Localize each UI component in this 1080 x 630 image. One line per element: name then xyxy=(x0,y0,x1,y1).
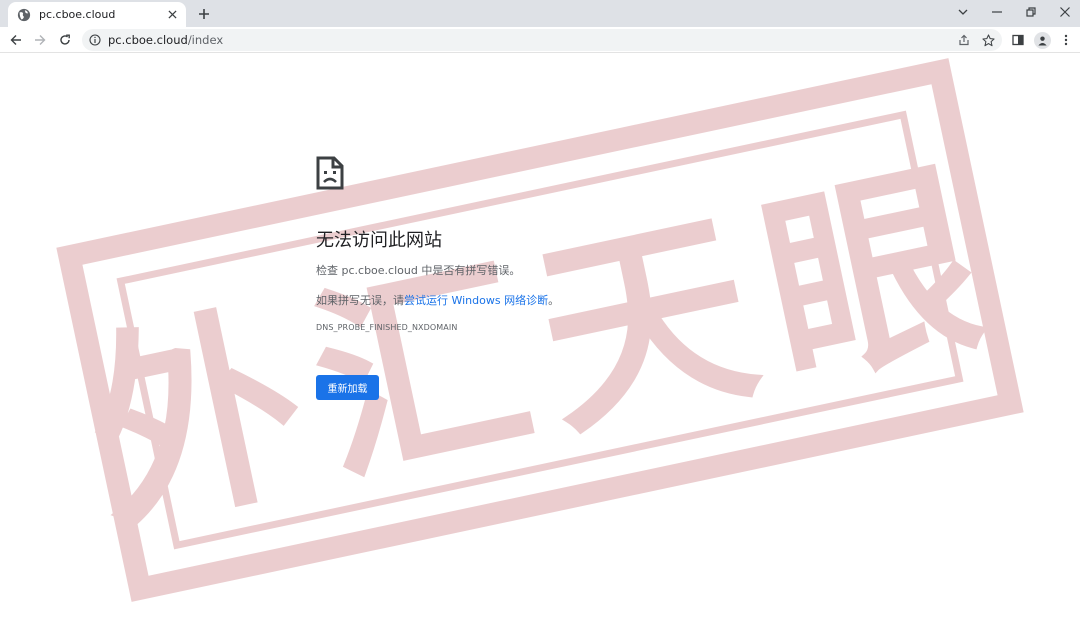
restore-icon[interactable] xyxy=(1014,0,1048,24)
back-icon[interactable] xyxy=(6,30,26,50)
reload-icon[interactable] xyxy=(55,30,75,50)
minimize-icon[interactable] xyxy=(980,0,1014,24)
share-icon[interactable] xyxy=(954,30,974,50)
watermark-stamp: 外汇天眼 xyxy=(56,58,1024,602)
bookmark-star-icon[interactable] xyxy=(978,30,998,50)
tab-close-icon[interactable] xyxy=(164,7,180,23)
browser-tab[interactable]: pc.cboe.cloud xyxy=(8,2,186,27)
error-check-text: 检查 pc.cboe.cloud 中是否有拼写错误。 xyxy=(316,264,521,277)
side-panel-icon[interactable] xyxy=(1008,30,1028,50)
menu-kebab-icon[interactable] xyxy=(1056,30,1076,50)
site-info-icon[interactable] xyxy=(89,34,101,46)
tab-search-chevron-icon[interactable] xyxy=(946,0,980,24)
profile-avatar-icon[interactable] xyxy=(1034,32,1051,49)
error-host: pc.cboe.cloud xyxy=(341,264,418,277)
reload-button[interactable]: 重新加载 xyxy=(316,375,379,400)
watermark-text: 外汇天眼 xyxy=(68,132,1019,563)
tab-strip: pc.cboe.cloud xyxy=(0,0,1080,27)
sad-page-icon xyxy=(316,156,344,190)
address-bar[interactable]: pc.cboe.cloud/index xyxy=(82,29,1002,51)
error-page: 无法访问此网站 检查 pc.cboe.cloud 中是否有拼写错误。 如果拼写无… xyxy=(316,156,916,400)
error-code: DNS_PROBE_FINISHED_NXDOMAIN xyxy=(316,323,458,332)
globe-icon xyxy=(17,8,31,21)
window-close-icon[interactable] xyxy=(1048,0,1080,24)
url-path: /index xyxy=(187,33,224,47)
url-text[interactable]: pc.cboe.cloud/index xyxy=(108,33,223,47)
forward-icon[interactable] xyxy=(30,30,50,50)
tab-title: pc.cboe.cloud xyxy=(39,8,116,21)
url-host: pc.cboe.cloud xyxy=(108,33,188,47)
network-diagnostics-link[interactable]: 尝试运行 Windows 网络诊断 xyxy=(404,294,548,307)
browser-toolbar: pc.cboe.cloud/index xyxy=(0,27,1080,53)
error-hint-text: 如果拼写无误，请尝试运行 Windows 网络诊断。 xyxy=(316,294,560,307)
new-tab-icon[interactable] xyxy=(194,4,214,24)
error-title: 无法访问此网站 xyxy=(316,230,442,251)
